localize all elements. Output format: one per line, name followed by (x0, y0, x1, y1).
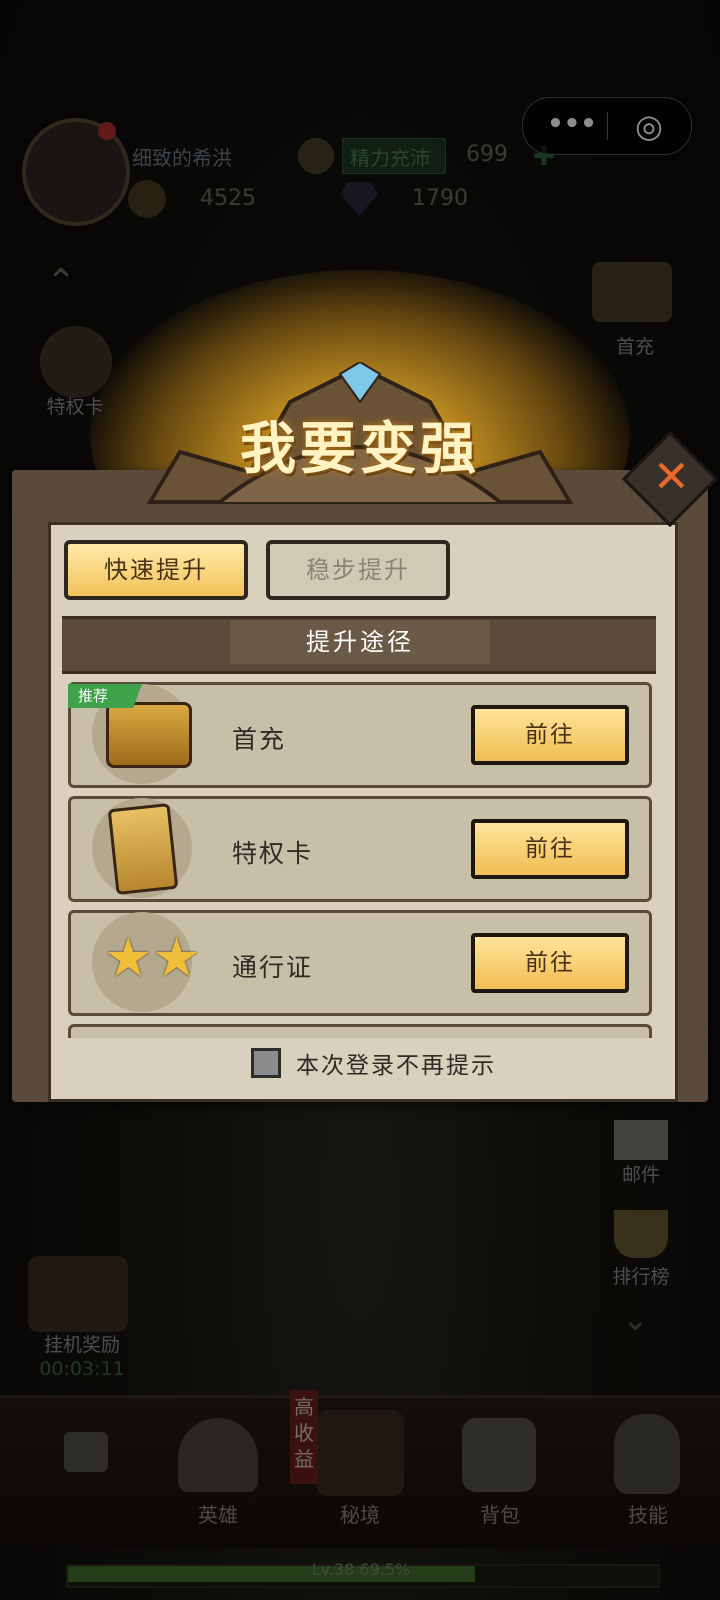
go-button[interactable]: 前往 (471, 705, 629, 765)
go-button[interactable]: 前往 (471, 819, 629, 879)
close-icon: ✕ (652, 451, 690, 503)
treasure-chest-icon (106, 702, 192, 768)
tab-quick-improve[interactable]: 快速提升 (64, 540, 248, 600)
go-button[interactable]: 前往 (471, 933, 629, 993)
privilege-card-icon (107, 802, 179, 896)
row-label: 特权卡 (232, 839, 314, 868)
list-item-partial (68, 1024, 652, 1038)
dont-show-checkbox[interactable] (251, 1048, 281, 1078)
dialog-title: 我要变强 (240, 417, 480, 482)
recommend-badge: 推荐 (68, 684, 142, 708)
section-title: 提升途径 (230, 620, 490, 664)
dont-show-label: 本次登录不再提示 (296, 1053, 496, 1079)
row-label: 首充 (232, 725, 287, 754)
stars-icon: ★★ (104, 926, 201, 989)
tab-steady-improve[interactable]: 稳步提升 (266, 540, 450, 600)
row-label: 通行证 (232, 953, 314, 982)
